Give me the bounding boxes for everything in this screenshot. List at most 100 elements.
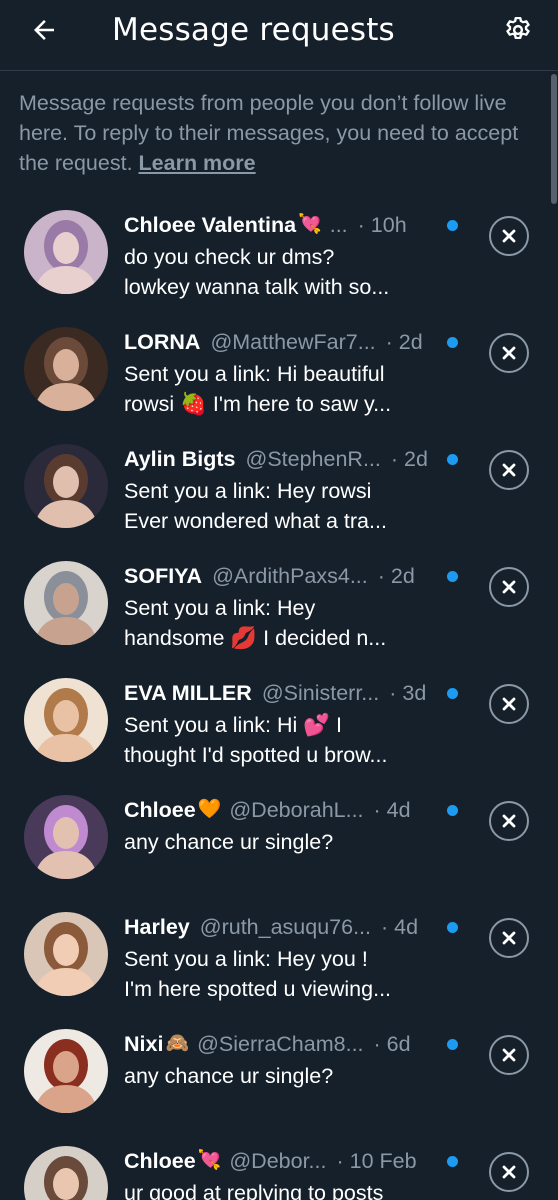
list-item[interactable]: Harley @ruth_asuqu76... · 4d Sent you a … [0, 898, 558, 1015]
settings-button[interactable] [496, 8, 540, 52]
arrow-left-icon [34, 20, 54, 40]
avatar[interactable] [24, 561, 108, 645]
unread-dot-icon [447, 805, 458, 816]
name-emoji: 💘 [298, 214, 322, 235]
message-preview-line-2: I'm here spotted u viewing... [124, 977, 392, 1001]
request-header: Nixi 🙈 @SierraCham8... · 6d [124, 1029, 440, 1059]
sender-handle: @SierraCham8... [197, 1032, 364, 1056]
sender-name: Chloee Valentina [124, 213, 297, 237]
timestamp: · 10h [357, 213, 407, 237]
avatar[interactable] [24, 678, 108, 762]
list-item[interactable]: Chloee 🧡 @DeborahL... · 4d any chance ur… [0, 781, 558, 898]
message-preview-line-2: thought I'd spotted u brow... [124, 743, 388, 767]
name-emoji: 🙈 [165, 1033, 190, 1054]
dismiss-request-button[interactable] [489, 801, 529, 841]
name-emoji: 💘 [197, 1150, 222, 1171]
dismiss-request-button[interactable] [489, 1035, 529, 1075]
timestamp: · 4d [373, 798, 411, 822]
message-preview-line-1: Sent you a link: Hey rowsi [124, 479, 372, 503]
list-item[interactable]: Chloee 💘 @Debor... · 10 Feb ur good at r… [0, 1132, 558, 1200]
sender-handle: @StephenR... [245, 447, 381, 471]
dismiss-request-button[interactable] [489, 567, 529, 607]
message-preview-line-1: do you check ur dms? [124, 245, 335, 269]
unread-dot-icon [447, 1039, 458, 1050]
gear-icon [506, 16, 530, 40]
list-item[interactable]: LORNA @MatthewFar7... · 2d Sent you a li… [0, 313, 558, 430]
unread-dot-icon [447, 688, 458, 699]
dismiss-request-button[interactable] [489, 216, 529, 256]
back-button[interactable] [22, 8, 66, 52]
close-icon [502, 931, 516, 945]
message-preview: Sent you a link: Hey handsome 💋 I decide… [124, 593, 454, 653]
timestamp: · 6d [373, 1032, 411, 1056]
unread-dot-icon [447, 922, 458, 933]
message-preview-line-2: Ever wondered what a tra... [124, 509, 387, 533]
list-item[interactable]: SOFIYA @ArdithPaxs4... · 2d Sent you a l… [0, 547, 558, 664]
unread-dot-icon [447, 454, 458, 465]
unread-dot-icon [447, 571, 458, 582]
sender-name: EVA MILLER [124, 681, 252, 705]
message-preview: Sent you a link: Hey rowsi Ever wondered… [124, 476, 454, 536]
avatar[interactable] [24, 1146, 108, 1200]
intro-description: Message requests from people you don’t f… [19, 91, 519, 175]
list-item[interactable]: Aylin Bigts @StephenR... · 2d Sent you a… [0, 430, 558, 547]
avatar[interactable] [24, 327, 108, 411]
message-preview-line-1: any chance ur single? [124, 1064, 334, 1088]
message-preview-line-2: lowkey wanna talk with so... [124, 275, 390, 299]
request-header: SOFIYA @ArdithPaxs4... · 2d [124, 561, 440, 591]
request-header: Chloee Valentina 💘 ... · 10h [124, 210, 440, 240]
sender-handle: @MatthewFar7... [210, 330, 376, 354]
message-preview: Sent you a link: Hi 💕 I thought I'd spot… [124, 710, 454, 770]
avatar[interactable] [24, 1029, 108, 1113]
dismiss-request-button[interactable] [489, 684, 529, 724]
request-header: Chloee 💘 @Debor... · 10 Feb [124, 1146, 440, 1176]
sender-name: LORNA [124, 330, 201, 354]
list-item[interactable]: EVA MILLER @Sinisterr... · 3d Sent you a… [0, 664, 558, 781]
close-icon [502, 1048, 516, 1062]
learn-more-link[interactable]: Learn more [139, 151, 256, 175]
sender-name: Chloee [124, 1149, 196, 1173]
message-preview: any chance ur single? [124, 1061, 454, 1091]
unread-dot-icon [447, 220, 458, 231]
timestamp: · 3d [389, 681, 427, 705]
message-preview: ur good at replying to posts [124, 1178, 454, 1200]
list-item[interactable]: Nixi 🙈 @SierraCham8... · 6d any chance u… [0, 1015, 558, 1132]
request-header: Chloee 🧡 @DeborahL... · 4d [124, 795, 440, 825]
page-title: Message requests [112, 12, 395, 48]
timestamp: · 2d [377, 564, 415, 588]
message-preview-line-1: Sent you a link: Hi beautiful [124, 362, 385, 386]
request-header: Aylin Bigts @StephenR... · 2d [124, 444, 440, 474]
close-icon [502, 346, 516, 360]
list-item[interactable]: Chloee Valentina 💘 ... · 10h do you chec… [0, 196, 558, 313]
sender-handle: @Sinisterr... [261, 681, 380, 705]
message-preview: Sent you a link: Hi beautiful rowsi 🍓 I'… [124, 359, 454, 419]
message-preview-line-2: rowsi 🍓 I'm here to saw y... [124, 392, 392, 416]
avatar[interactable] [24, 210, 108, 294]
top-app-bar: Message requests [0, 0, 558, 71]
dismiss-request-button[interactable] [489, 918, 529, 958]
message-preview-line-1: Sent you a link: Hi 💕 I [124, 713, 342, 737]
sender-name: Harley [124, 915, 190, 939]
dismiss-request-button[interactable] [489, 1152, 529, 1192]
avatar[interactable] [24, 795, 108, 879]
message-preview-line-1: Sent you a link: Hey [124, 596, 316, 620]
close-icon [502, 1165, 516, 1179]
name-emoji: 🧡 [197, 799, 222, 820]
message-requests-screen: Message requests Message requests from p… [0, 0, 558, 1200]
request-header: Harley @ruth_asuqu76... · 4d [124, 912, 440, 942]
sender-handle: @ruth_asuqu76... [199, 915, 371, 939]
message-preview-line-1: ur good at replying to posts [124, 1181, 384, 1200]
sender-handle: @ArdithPaxs4... [212, 564, 368, 588]
avatar[interactable] [24, 912, 108, 996]
timestamp: · 2d [390, 447, 428, 471]
sender-handle: @DeborahL... [229, 798, 364, 822]
dismiss-request-button[interactable] [489, 450, 529, 490]
close-icon [502, 229, 516, 243]
unread-dot-icon [447, 1156, 458, 1167]
dismiss-request-button[interactable] [489, 333, 529, 373]
scrollbar[interactable] [551, 74, 557, 204]
sender-handle: @Debor... [229, 1149, 327, 1173]
timestamp: · 2d [385, 330, 423, 354]
avatar[interactable] [24, 444, 108, 528]
message-preview-line-1: any chance ur single? [124, 830, 334, 854]
